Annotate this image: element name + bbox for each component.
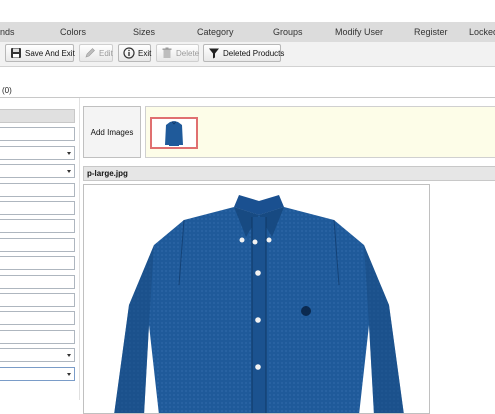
top-strip <box>0 0 495 22</box>
form-text-field[interactable] <box>0 256 75 270</box>
form-text-field[interactable] <box>0 127 75 141</box>
form-text-field[interactable] <box>0 183 75 197</box>
menu-item-brands[interactable]: nds <box>0 27 15 37</box>
form-column-divider <box>79 98 80 400</box>
delete-label: Delete <box>176 48 200 58</box>
selected-image-filename: p-large.jpg <box>83 166 495 181</box>
menu-item-groups[interactable]: Groups <box>273 27 303 37</box>
form-text-field[interactable] <box>0 238 75 252</box>
info-circle-icon <box>123 47 135 59</box>
floppy-disk-icon <box>10 47 22 59</box>
menu-item-category[interactable]: Category <box>197 27 234 37</box>
menu-item-locked[interactable]: Locked <box>469 27 495 37</box>
save-and-exit-button[interactable]: Save And Exit <box>5 44 75 62</box>
form-text-field[interactable] <box>0 275 75 289</box>
main-menu-bar: nds Colors Sizes Category Groups Modify … <box>0 22 495 43</box>
form-field-header <box>0 109 75 123</box>
deleted-products-label: Deleted Products <box>223 48 285 58</box>
menu-item-sizes[interactable]: Sizes <box>133 27 155 37</box>
edit-button[interactable]: Edit <box>79 44 113 62</box>
image-thumbnail-strip <box>145 106 495 158</box>
image-preview <box>83 184 430 414</box>
form-select-field[interactable] <box>0 348 75 362</box>
delete-button[interactable]: Delete <box>156 44 199 62</box>
menu-item-colors[interactable]: Colors <box>60 27 86 37</box>
edit-label: Edit <box>99 48 113 58</box>
product-image-thumbnail[interactable] <box>150 117 198 149</box>
toolbar: Save And Exit Edit Exit Delete Deleted P… <box>0 42 495 67</box>
shirt-thumbnail-image <box>165 121 183 146</box>
trash-icon <box>161 47 173 59</box>
add-images-button[interactable]: Add Images <box>83 106 141 158</box>
form-select-field[interactable] <box>0 367 75 381</box>
form-text-field[interactable] <box>0 293 75 307</box>
form-text-field[interactable] <box>0 330 75 344</box>
filter-funnel-icon <box>208 47 220 59</box>
exit-label: Exit <box>138 48 152 58</box>
exit-button[interactable]: Exit <box>118 44 151 62</box>
deleted-products-button[interactable]: Deleted Products <box>203 44 285 62</box>
section-divider <box>0 97 495 98</box>
form-text-field[interactable] <box>0 219 75 233</box>
menu-item-register[interactable]: Register <box>414 27 448 37</box>
record-count: (0) <box>2 86 12 95</box>
shirt-image <box>114 195 404 413</box>
form-text-field[interactable] <box>0 201 75 215</box>
pencil-icon <box>84 47 96 59</box>
save-and-exit-label: Save And Exit <box>25 48 75 58</box>
form-select-field[interactable] <box>0 164 75 178</box>
form-text-field[interactable] <box>0 311 75 325</box>
form-select-field[interactable] <box>0 146 75 160</box>
menu-item-modify-user[interactable]: Modify User <box>335 27 383 37</box>
add-images-label: Add Images <box>90 127 134 137</box>
